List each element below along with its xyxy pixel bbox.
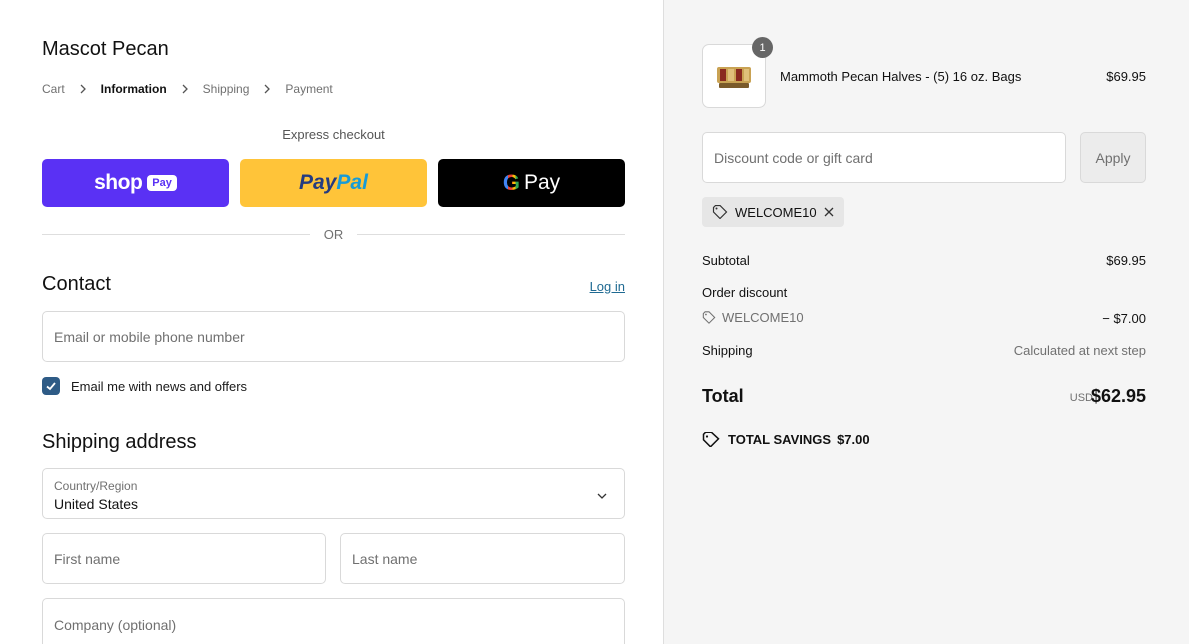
shop-pay-logo: shop	[94, 171, 143, 194]
total-savings: TOTAL SAVINGS $7.00	[702, 432, 870, 447]
shipping-value: Calculated at next step	[1013, 343, 1146, 358]
product-price: $69.95	[1106, 69, 1146, 84]
savings-tag-icon	[702, 432, 720, 447]
apply-button[interactable]: Apply	[1080, 132, 1146, 183]
savings-value: $7.00	[837, 432, 870, 447]
applied-discount-tag: WELCOME10	[702, 197, 844, 227]
discount-value: − $7.00	[1102, 311, 1146, 326]
or-divider: OR	[42, 226, 625, 244]
checkout-form-panel: Mascot Pecan Cart Information Shipping P…	[0, 0, 663, 644]
total-value: $62.95	[1090, 386, 1146, 406]
country-select[interactable]: Country/Region United States	[42, 468, 625, 519]
checkmark-icon	[46, 382, 56, 391]
discount-code-line: WELCOME10	[702, 310, 804, 325]
total-currency: USD	[1069, 392, 1093, 404]
breadcrumb-shipping: Shipping	[202, 82, 250, 96]
first-name-field[interactable]: First name	[42, 533, 326, 584]
google-pay-logo: G Pay	[503, 170, 560, 196]
google-g-icon: G	[502, 170, 520, 195]
last-name-field[interactable]: Last name	[340, 533, 625, 584]
breadcrumb-payment: Payment	[285, 82, 333, 96]
subtotal-value: $69.95	[1106, 253, 1146, 268]
google-pay-word: Pay	[523, 171, 561, 194]
chevron-down-icon	[596, 489, 608, 505]
tag-icon	[712, 205, 728, 219]
company-placeholder: Company (optional)	[54, 617, 177, 633]
paypal-button[interactable]: PayPal	[240, 159, 427, 207]
product-name: Mammoth Pecan Halves - (5) 16 oz. Bags	[780, 69, 1022, 84]
country-label: Country/Region	[54, 479, 138, 493]
tag-icon	[702, 311, 716, 324]
first-name-placeholder: First name	[54, 550, 121, 567]
divider-line	[357, 234, 625, 235]
newsletter-label: Email me with news and offers	[71, 378, 248, 394]
shop-pay-button[interactable]: shop Pay	[42, 159, 229, 207]
applied-code: WELCOME10	[735, 204, 817, 220]
newsletter-option[interactable]: Email me with news and offers	[42, 377, 247, 395]
breadcrumb-information: Information	[100, 82, 167, 96]
remove-code-icon[interactable]	[823, 206, 835, 221]
savings-label: TOTAL SAVINGS	[728, 432, 832, 447]
google-pay-button[interactable]: G Pay	[438, 159, 625, 207]
company-field[interactable]: Company (optional)	[42, 598, 625, 644]
product-image-icon	[717, 67, 751, 88]
contact-title: Contact	[42, 273, 111, 295]
breadcrumb: Cart Information Shipping Payment	[42, 82, 333, 96]
paypal-logo: PayPal	[299, 171, 368, 194]
email-placeholder: Email or mobile phone number	[54, 328, 245, 345]
shipping-label: Shipping	[702, 343, 753, 358]
total-label: Total	[702, 386, 744, 406]
last-name-placeholder: Last name	[352, 550, 418, 567]
chevron-right-icon	[77, 83, 89, 95]
subtotal-label: Subtotal	[702, 253, 750, 268]
order-discount-label: Order discount	[702, 285, 788, 300]
breadcrumb-cart[interactable]: Cart	[42, 82, 65, 96]
chevron-right-icon	[261, 83, 273, 95]
country-value: United States	[54, 496, 139, 512]
newsletter-checkbox[interactable]	[42, 377, 60, 395]
express-checkout-label: Express checkout	[282, 127, 385, 142]
discount-placeholder: Discount code or gift card	[714, 149, 873, 166]
store-name[interactable]: Mascot Pecan	[42, 38, 169, 61]
login-link[interactable]: Log in	[590, 279, 625, 294]
chevron-right-icon	[179, 83, 191, 95]
discount-code-field[interactable]: Discount code or gift card	[702, 132, 1066, 183]
shipping-address-title: Shipping address	[42, 431, 197, 453]
discount-code-name: WELCOME10	[722, 310, 804, 325]
shop-pay-pill: Pay	[147, 175, 177, 191]
quantity-badge: 1	[752, 37, 773, 58]
email-field[interactable]: Email or mobile phone number	[42, 311, 625, 362]
